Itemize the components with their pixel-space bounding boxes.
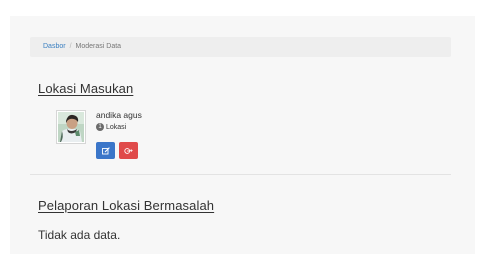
reports-title: Pelaporan Lokasi Bermasalah bbox=[38, 198, 215, 213]
location-count: 1 Lokasi bbox=[96, 123, 126, 131]
avatar[interactable] bbox=[56, 110, 86, 144]
submissions-title: Lokasi Masukan bbox=[38, 81, 134, 96]
section-divider bbox=[30, 174, 451, 175]
breadcrumb-separator: / bbox=[69, 43, 72, 50]
location-count-badge: 1 bbox=[96, 123, 104, 131]
google-plus-icon bbox=[124, 147, 133, 154]
breadcrumb: Dasbor / Moderasi Data bbox=[30, 37, 451, 57]
google-plus-button[interactable] bbox=[119, 142, 138, 159]
user-photo-icon bbox=[58, 112, 84, 142]
location-count-label: Lokasi bbox=[106, 123, 127, 131]
breadcrumb-home-link[interactable]: Dasbor bbox=[43, 43, 66, 50]
breadcrumb-current: Moderasi Data bbox=[75, 43, 122, 50]
page: Dasbor / Moderasi Data Lokasi Masukan andi… bbox=[0, 0, 482, 261]
empty-state-text: Tidak ada data. bbox=[38, 228, 121, 242]
user-name[interactable]: andika agus bbox=[96, 110, 142, 120]
edit-icon bbox=[101, 146, 110, 154]
edit-button[interactable] bbox=[96, 142, 115, 159]
